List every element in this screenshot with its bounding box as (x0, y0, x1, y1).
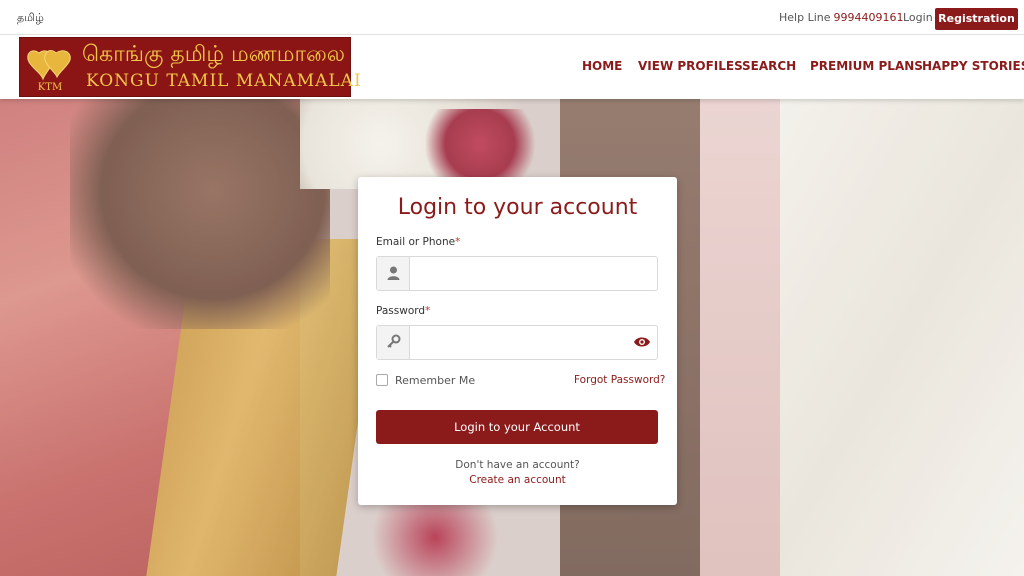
user-icon (377, 257, 410, 290)
required-mark: * (425, 305, 431, 317)
site-header: KTM கொங்கு தமிழ் மணமாலை KONGU TAMIL MANA… (0, 35, 1024, 99)
create-account-link[interactable]: Create an account (358, 474, 677, 486)
password-label: Password* (376, 305, 430, 317)
nav-premium-plans[interactable]: PREMIUM PLANS (810, 59, 923, 73)
logo-english-text: KONGU TAMIL MANAMALAI (86, 71, 362, 91)
eye-icon[interactable] (633, 335, 651, 349)
email-label: Email or Phone* (376, 236, 460, 248)
language-switch[interactable]: தமிழ் (17, 11, 44, 26)
nav-search[interactable]: SEARCH (742, 59, 796, 73)
helpline: Help Line 9994409161 (779, 11, 904, 24)
top-bar: தமிழ் Help Line 9994409161 Login Registra… (0, 0, 1024, 35)
nav-home[interactable]: HOME (582, 59, 622, 73)
password-input[interactable] (411, 326, 621, 359)
email-input[interactable] (411, 257, 621, 290)
remember-me-label: Remember Me (395, 374, 476, 387)
login-title: Login to your account (397, 195, 638, 220)
helpline-label: Help Line (779, 11, 831, 24)
login-submit-button[interactable]: Login to your Account (376, 410, 658, 444)
key-icon (377, 326, 410, 359)
helpline-number[interactable]: 9994409161 (834, 11, 904, 24)
site-logo[interactable]: KTM கொங்கு தமிழ் மணமாலை KONGU TAMIL MANA… (19, 37, 361, 97)
forgot-password-link[interactable]: Forgot Password? (574, 374, 665, 386)
password-label-text: Password (376, 305, 426, 317)
remember-me[interactable]: Remember Me (376, 374, 475, 387)
login-card: Login to your account Email or Phone* Pa… (358, 177, 677, 505)
logo-monogram: KTM (38, 82, 62, 93)
logo-tamil-text: கொங்கு தமிழ் மணமாலை (82, 42, 346, 67)
hearts-logo-icon: KTM (27, 50, 71, 93)
required-mark: * (455, 236, 461, 248)
nav-happy-stories[interactable]: HAPPY STORIES (922, 59, 1024, 73)
email-label-text: Email or Phone (376, 236, 456, 248)
remember-me-checkbox[interactable] (376, 374, 388, 386)
registration-button[interactable]: Registration (935, 8, 1018, 30)
no-account-text: Don't have an account? (455, 459, 580, 471)
password-field (376, 325, 658, 360)
login-link[interactable]: Login (903, 11, 933, 24)
email-field (376, 256, 658, 291)
nav-view-profiles[interactable]: VIEW PROFILES (638, 59, 743, 73)
